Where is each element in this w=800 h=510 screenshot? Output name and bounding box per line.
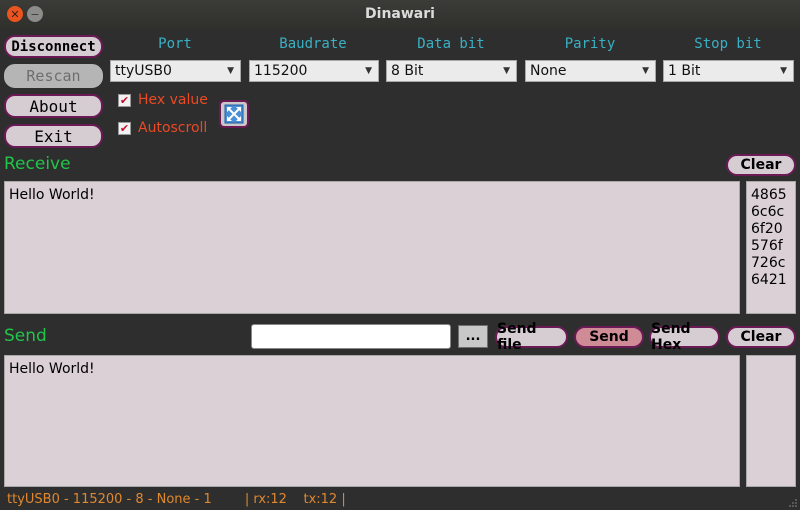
status-bar: ttyUSB0 - 115200 - 8 - None - 1 | rx:12 … bbox=[7, 492, 346, 507]
baudrate-select[interactable]: 115200 ▼ bbox=[249, 60, 379, 82]
stop-bit-value: 1 Bit bbox=[668, 63, 701, 79]
send-text-area[interactable]: Hello World! bbox=[4, 355, 740, 487]
send-file-button[interactable]: Send file bbox=[495, 321, 568, 353]
dropdown-arrow-icon: ▼ bbox=[503, 66, 510, 76]
send-file-path-input[interactable] bbox=[251, 324, 451, 349]
baudrate-header: Baudrate bbox=[279, 36, 347, 52]
browse-button[interactable]: ... bbox=[458, 325, 488, 348]
hex-value-checkbox[interactable]: ✔ bbox=[118, 94, 131, 107]
fullscreen-button[interactable] bbox=[219, 100, 249, 128]
stop-bit-header: Stop bit bbox=[694, 36, 762, 52]
autoscroll-label[interactable]: Autoscroll bbox=[138, 120, 207, 136]
parity-value: None bbox=[530, 63, 567, 79]
title-bar: ✕ − Dinawari bbox=[0, 0, 800, 30]
send-button[interactable]: Send bbox=[574, 326, 644, 348]
autoscroll-checkbox[interactable]: ✔ bbox=[118, 122, 131, 135]
receive-hex-area[interactable]: 48656c6c6f20576f726c6421 bbox=[746, 181, 796, 314]
disconnect-button[interactable]: Disconnect bbox=[4, 35, 103, 58]
port-header: Port bbox=[158, 36, 192, 52]
stop-bit-select[interactable]: 1 Bit ▼ bbox=[663, 60, 794, 82]
fullscreen-icon bbox=[224, 104, 244, 124]
rescan-button[interactable]: Rescan bbox=[4, 64, 103, 88]
dropdown-arrow-icon: ▼ bbox=[227, 66, 234, 76]
port-value: ttyUSB0 bbox=[115, 63, 172, 79]
send-hex-button[interactable]: Send Hex bbox=[649, 321, 720, 353]
port-select[interactable]: ttyUSB0 ▼ bbox=[110, 60, 241, 82]
receive-label: Receive bbox=[4, 154, 71, 174]
dropdown-arrow-icon: ▼ bbox=[780, 66, 787, 76]
dropdown-arrow-icon: ▼ bbox=[365, 66, 372, 76]
status-rx: | rx:12 bbox=[244, 492, 287, 507]
parity-header: Parity bbox=[564, 36, 616, 52]
clear-receive-button[interactable]: Clear bbox=[726, 154, 796, 176]
hex-value-label[interactable]: Hex value bbox=[138, 92, 208, 108]
window-title: Dinawari bbox=[365, 6, 435, 22]
data-bit-header: Data bit bbox=[417, 36, 485, 52]
send-hex-area[interactable] bbox=[746, 355, 796, 487]
status-tx: tx:12 | bbox=[303, 492, 346, 507]
exit-button[interactable]: Exit bbox=[4, 124, 103, 148]
parity-select[interactable]: None ▼ bbox=[525, 60, 656, 82]
send-label: Send bbox=[4, 326, 47, 346]
clear-send-button[interactable]: Clear bbox=[726, 326, 796, 348]
checkmark-icon: ✔ bbox=[119, 122, 130, 135]
checkmark-icon: ✔ bbox=[119, 94, 130, 107]
dropdown-arrow-icon: ▼ bbox=[642, 66, 649, 76]
data-bit-value: 8 Bit bbox=[391, 63, 424, 79]
resize-grip-icon[interactable] bbox=[788, 498, 798, 508]
receive-text-area[interactable]: Hello World! bbox=[4, 181, 740, 314]
data-bit-select[interactable]: 8 Bit ▼ bbox=[386, 60, 517, 82]
status-connection: ttyUSB0 - 115200 - 8 - None - 1 bbox=[7, 492, 212, 507]
baudrate-value: 115200 bbox=[254, 63, 308, 79]
about-button[interactable]: About bbox=[4, 94, 103, 118]
